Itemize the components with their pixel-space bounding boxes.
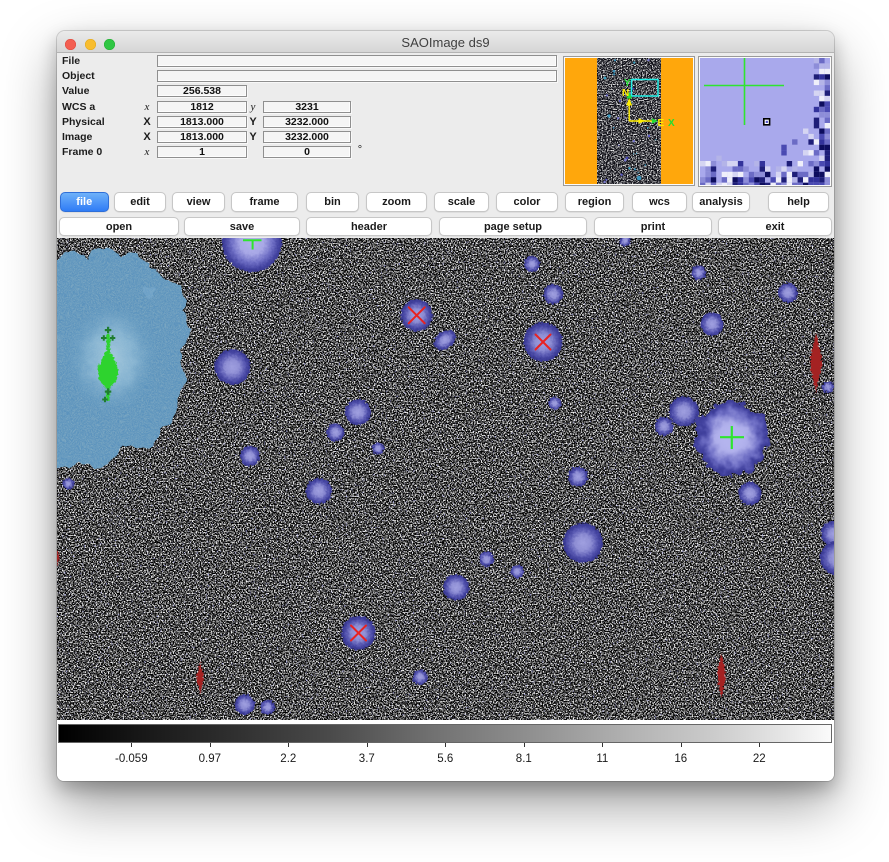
svg-text:E: E (658, 118, 665, 129)
svg-text:N: N (622, 88, 629, 99)
svg-text:X: X (668, 118, 675, 129)
